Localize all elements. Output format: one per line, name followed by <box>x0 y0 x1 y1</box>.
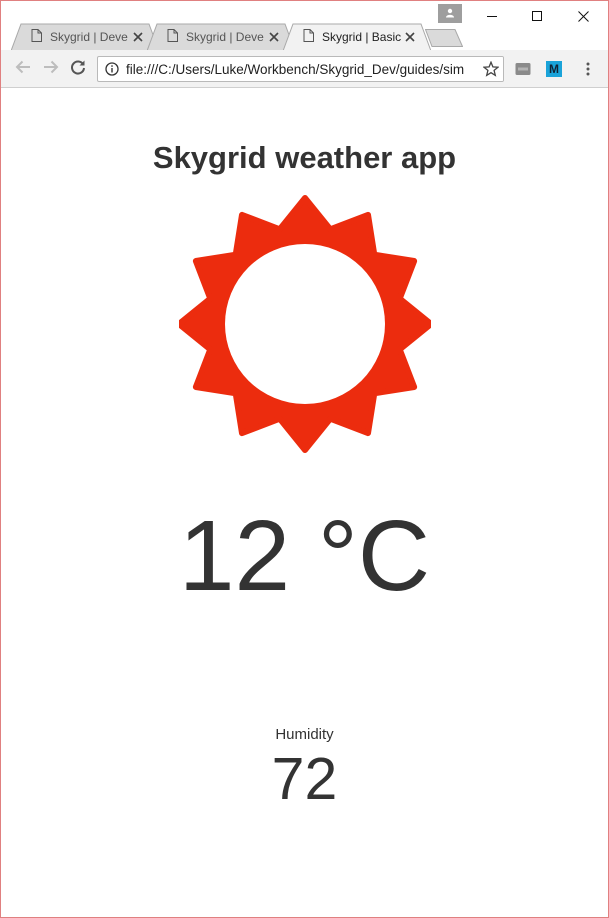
temperature-value: 12 °C <box>178 500 431 612</box>
humidity-label: Humidity <box>275 726 334 743</box>
page-content: Skygrid weather app 12 °C Humidity 72 <box>1 88 608 917</box>
tab-1[interactable]: Skygrid | Deve <box>11 23 159 51</box>
maximize-icon <box>531 9 543 27</box>
tab-title: Skygrid | Deve <box>186 30 264 44</box>
tab-2[interactable]: Skygrid | Deve <box>147 23 295 51</box>
tab-title: Skygrid | Deve <box>50 30 128 44</box>
reload-icon <box>70 59 86 80</box>
minimize-button[interactable] <box>470 3 514 33</box>
maximize-button[interactable] <box>515 3 559 33</box>
tab-title: Skygrid | Basic <box>322 30 402 44</box>
url-text[interactable]: file:///C:/Users/Luke/Workbench/Skygrid_… <box>123 62 479 77</box>
profile-icon <box>445 5 455 23</box>
back-button[interactable] <box>13 59 33 79</box>
reload-button[interactable] <box>68 59 88 79</box>
kebab-menu-icon[interactable] <box>580 61 596 77</box>
page-icon <box>303 29 314 45</box>
browser-toolbar: file:///C:/Users/Luke/Workbench/Skygrid_… <box>1 50 608 88</box>
close-icon[interactable] <box>403 30 417 44</box>
close-icon[interactable] <box>267 30 281 44</box>
humidity-value: 72 <box>271 746 338 812</box>
sun-icon <box>179 195 431 453</box>
address-bar[interactable]: file:///C:/Users/Luke/Workbench/Skygrid_… <box>97 56 504 82</box>
tab-strip: Skygrid | Deve Skygrid | Deve Skygrid | … <box>1 1 608 51</box>
close-icon[interactable] <box>131 30 145 44</box>
browser-window: Skygrid | Deve Skygrid | Deve Skygrid | … <box>0 0 609 918</box>
minimize-icon <box>486 9 498 27</box>
forward-arrow-icon <box>43 59 59 80</box>
sun-disc <box>225 244 385 404</box>
tab-3[interactable]: Skygrid | Basic <box>283 23 431 51</box>
new-tab-button[interactable] <box>424 29 464 47</box>
m-extension-icon[interactable]: M <box>546 61 562 77</box>
page-title: Skygrid weather app <box>152 140 457 175</box>
close-icon <box>577 9 589 27</box>
info-icon[interactable] <box>101 57 123 81</box>
m-extension-label: M <box>549 62 559 76</box>
extension-icon[interactable] <box>515 61 531 77</box>
page-icon <box>31 29 42 45</box>
page-icon <box>167 29 178 45</box>
star-icon[interactable] <box>479 57 503 81</box>
profile-button[interactable] <box>438 4 462 23</box>
forward-button[interactable] <box>41 59 61 79</box>
back-arrow-icon <box>15 59 31 80</box>
close-window-button[interactable] <box>561 3 605 33</box>
